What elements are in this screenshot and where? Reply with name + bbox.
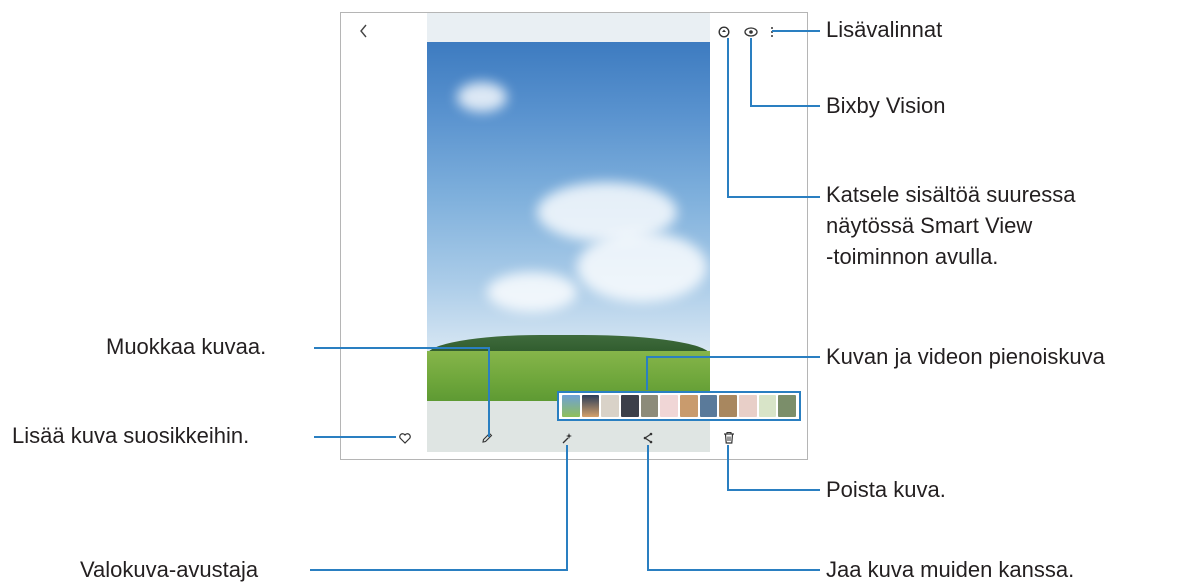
callout-line-smartview	[727, 38, 729, 198]
thumbnail[interactable]	[621, 395, 639, 417]
heart-icon[interactable]	[398, 431, 412, 445]
callout-line-bixby	[750, 38, 752, 107]
label-share: Jaa kuva muiden kanssa.	[826, 557, 1075, 582]
callout-line-edit-v	[488, 347, 490, 437]
share-icon[interactable]	[641, 431, 655, 445]
callout-line-delete-h	[727, 489, 820, 491]
callout-line-share-v	[647, 445, 649, 571]
thumbnail[interactable]	[581, 395, 600, 417]
smart-view-icon[interactable]	[717, 25, 731, 39]
callout-line-edit-h	[314, 347, 490, 349]
label-smart-view-3: -toiminnon avulla.	[826, 244, 999, 269]
thumbnail[interactable]	[739, 395, 757, 417]
label-more-options: Lisävalinnat	[826, 17, 943, 42]
label-favorite: Lisää kuva suosikkeihin.	[12, 423, 250, 448]
label-smart-view-1: Katsele sisältöä suuressa	[826, 182, 1076, 207]
label-smart-view-2: näytössä Smart View	[826, 213, 1033, 238]
thumbnail[interactable]	[719, 395, 738, 417]
callout-line-thumbs-h	[646, 356, 820, 358]
label-edit: Muokkaa kuvaa.	[106, 334, 267, 359]
callout-line-assistant-v	[566, 445, 568, 571]
trash-icon[interactable]	[722, 430, 736, 445]
callout-line-share-h	[647, 569, 820, 571]
thumbnail[interactable]	[758, 395, 777, 417]
label-thumbnails: Kuvan ja videon pienoiskuva	[826, 344, 1105, 369]
more-vertical-icon[interactable]	[768, 25, 776, 39]
callout-line-more	[772, 30, 820, 32]
photo-top-band	[427, 13, 710, 42]
thumbnail-strip[interactable]	[557, 391, 801, 421]
thumbnail[interactable]	[562, 395, 580, 417]
label-assistant: Valokuva-avustaja	[80, 557, 259, 582]
thumbnail[interactable]	[660, 395, 679, 417]
callout-line-assistant-h	[310, 569, 568, 571]
label-bixby-vision: Bixby Vision	[826, 93, 946, 118]
thumbnail[interactable]	[601, 395, 620, 417]
sparkle-icon[interactable]	[560, 431, 574, 445]
callout-line-delete-v	[727, 445, 729, 491]
gallery-viewer-screen	[340, 12, 808, 460]
thumbnail[interactable]	[680, 395, 698, 417]
eye-icon[interactable]	[743, 25, 759, 39]
thumbnail[interactable]	[778, 395, 797, 417]
pencil-icon[interactable]	[480, 431, 494, 445]
label-delete: Poista kuva.	[826, 477, 946, 502]
back-icon[interactable]	[355, 21, 373, 41]
callout-line-fav-h	[314, 436, 396, 438]
callout-line-bixby-h	[750, 105, 820, 107]
thumbnail[interactable]	[699, 395, 718, 417]
callout-line-thumbs-v	[646, 356, 648, 390]
callout-line-smartview-h	[727, 196, 820, 198]
thumbnail[interactable]	[640, 395, 659, 417]
